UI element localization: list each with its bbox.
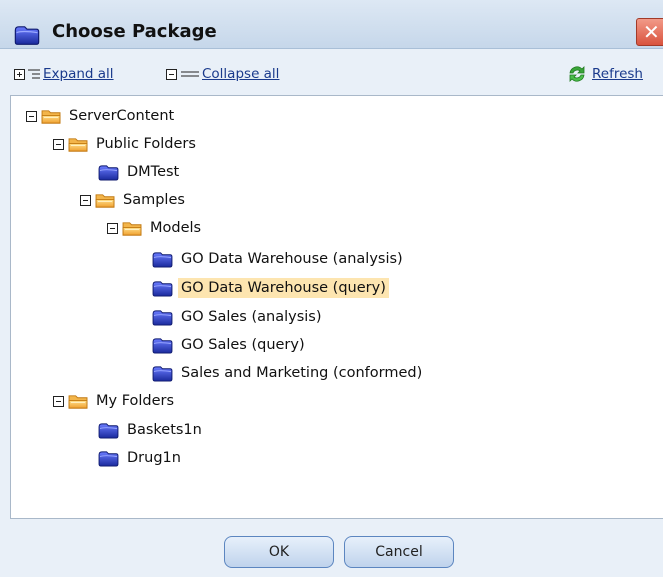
refresh-link[interactable]: Refresh — [592, 66, 643, 82]
expand-all-link[interactable]: Expand all — [43, 66, 114, 82]
tree-node-label-selected[interactable]: GO Data Warehouse (query) — [178, 278, 389, 298]
cancel-button[interactable]: Cancel — [344, 536, 454, 568]
collapse-toggle-icon[interactable] — [80, 194, 91, 206]
tree-node-label[interactable]: ServerContent — [66, 106, 177, 126]
tree-node-label[interactable]: GO Sales (query) — [178, 335, 308, 355]
expand-all-button[interactable]: Expand all — [14, 65, 114, 83]
folder-icon — [68, 393, 89, 410]
package-icon — [151, 309, 174, 326]
ok-button[interactable]: OK — [224, 536, 334, 568]
package-icon — [151, 251, 174, 268]
package-icon — [97, 422, 120, 439]
package-icon — [13, 24, 41, 46]
tree-node-sales-marketing[interactable]: Sales and Marketing (conformed) — [151, 361, 425, 385]
folder-icon — [41, 108, 62, 125]
package-icon — [97, 450, 120, 467]
refresh-icon — [569, 66, 585, 82]
tree-node-dmtest[interactable]: DMTest — [97, 160, 182, 184]
close-icon: ✕ — [643, 20, 660, 44]
collapse-toggle-icon[interactable] — [107, 222, 118, 234]
tree-node-label[interactable]: Samples — [120, 190, 188, 210]
tree-node-servercontent[interactable]: ServerContent — [26, 104, 177, 128]
package-icon — [151, 365, 174, 382]
expand-all-icon — [14, 68, 25, 80]
tree-node-label[interactable]: Drug1n — [124, 448, 184, 468]
package-icon — [151, 280, 174, 297]
tree-node-go-dw-analysis[interactable]: GO Data Warehouse (analysis) — [151, 247, 406, 271]
package-icon — [151, 337, 174, 354]
tree-node-label[interactable]: Sales and Marketing (conformed) — [178, 363, 425, 383]
collapse-lines-icon — [181, 71, 199, 77]
tree-node-label[interactable]: Baskets1n — [124, 420, 205, 440]
tree-node-baskets[interactable]: Baskets1n — [97, 418, 205, 442]
folder-icon — [122, 220, 143, 237]
refresh-button[interactable]: Refresh — [566, 65, 643, 83]
tree-node-go-dw-query[interactable]: GO Data Warehouse (query) — [151, 276, 389, 300]
title-bar: Choose Package ✕ — [0, 0, 663, 49]
folder-icon — [95, 192, 116, 209]
tree-node-go-sales-analysis[interactable]: GO Sales (analysis) — [151, 305, 324, 329]
collapse-all-button[interactable]: Collapse all — [166, 65, 279, 83]
collapse-toggle-icon[interactable] — [53, 138, 64, 150]
tree-node-public-folders[interactable]: Public Folders — [53, 132, 199, 156]
tree-node-my-folders[interactable]: My Folders — [53, 389, 177, 413]
collapse-all-link[interactable]: Collapse all — [202, 66, 279, 82]
collapse-toggle-icon[interactable] — [26, 110, 37, 122]
tree-node-label[interactable]: DMTest — [124, 162, 182, 182]
close-button[interactable]: ✕ — [636, 18, 663, 46]
tree-node-go-sales-query[interactable]: GO Sales (query) — [151, 333, 308, 357]
collapse-toggle-icon[interactable] — [53, 395, 64, 407]
tree-lines-icon — [28, 69, 40, 79]
tree-node-label[interactable]: Models — [147, 218, 204, 238]
tree-node-drug[interactable]: Drug1n — [97, 446, 184, 470]
tree-node-models[interactable]: Models — [107, 216, 204, 240]
package-tree: ServerContent Public Folders DMTest Samp… — [10, 95, 663, 519]
folder-icon — [68, 136, 89, 153]
collapse-all-icon — [166, 68, 177, 80]
toolbar: Expand all Collapse all Refresh — [0, 50, 663, 94]
tree-node-label[interactable]: GO Data Warehouse (analysis) — [178, 249, 406, 269]
choose-package-dialog: Choose Package ✕ Expand all Collapse all… — [0, 0, 663, 577]
tree-node-samples[interactable]: Samples — [80, 188, 188, 212]
package-icon — [97, 164, 120, 181]
tree-node-label[interactable]: GO Sales (analysis) — [178, 307, 324, 327]
tree-node-label[interactable]: My Folders — [93, 391, 177, 411]
tree-node-label[interactable]: Public Folders — [93, 134, 199, 154]
dialog-footer: OK Cancel — [0, 519, 663, 577]
dialog-title: Choose Package — [52, 21, 217, 42]
